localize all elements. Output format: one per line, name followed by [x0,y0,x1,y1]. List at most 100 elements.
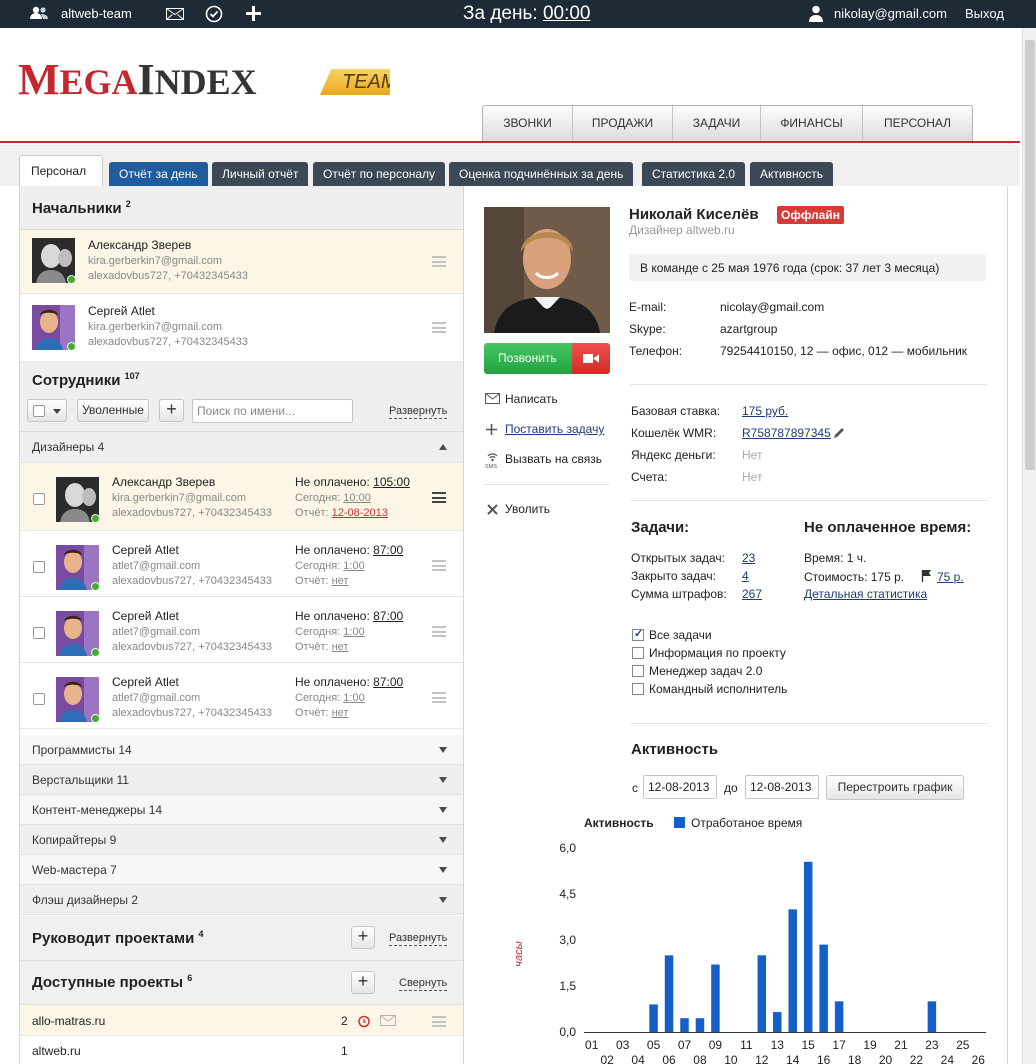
skype-value[interactable]: azartgroup [720,322,777,336]
team-icon[interactable] [29,6,49,20]
filter-checkbox[interactable] [632,683,644,695]
boss-name[interactable]: Сергей Atlet [88,304,155,318]
assign-task-link[interactable]: Поставить задачу [505,422,604,436]
project-name[interactable]: altweb.ru [32,1044,81,1058]
row-checkbox[interactable] [33,693,45,705]
pencil-icon[interactable] [833,426,846,439]
today-value[interactable]: 1:00 [343,692,364,704]
report-value[interactable]: 12-08-2013 [332,507,388,519]
fines-value[interactable]: 267 [742,587,762,601]
row-checkbox[interactable] [33,493,45,505]
wmr-value[interactable]: R758787897345 [742,426,831,440]
project-row[interactable]: allo-matras.ru 2 [20,1005,463,1036]
rebuild-chart-button[interactable]: Перестроить график [826,775,964,800]
team-name[interactable]: altweb-team [61,0,132,28]
filter-label[interactable]: Менеджер задач 2.0 [649,664,762,678]
boss-row[interactable]: Сергей Atlet kira.gerberkin7@gmail.com a… [20,294,463,362]
nav-personnel[interactable]: ПЕРСОНАЛ [863,106,972,141]
tab-subordinates-rating[interactable]: Оценка подчинённых за день [449,162,634,186]
staff-row[interactable]: Сергей Atlet atlet7@gmail.com alexadovbus7… [20,597,463,663]
staff-row[interactable]: Александр Зверев kira.gerberkin7@gmail.co… [20,463,463,531]
mail-icon[interactable] [166,8,184,20]
group-row[interactable]: Программисты 14 [20,735,463,765]
unpaid-value[interactable]: 87:00 [373,609,403,623]
email-value[interactable]: nicolay@gmail.com [720,300,824,314]
closed-tasks-value[interactable]: 4 [742,569,749,583]
report-value[interactable]: нет [332,575,349,587]
detailed-stats-link[interactable]: Детальная статистика [804,587,927,601]
group-row[interactable]: Флэш дизайнеры 2 [20,885,463,915]
drag-handle-icon[interactable] [432,626,446,637]
today-value[interactable]: 1:00 [343,626,364,638]
nav-tasks[interactable]: ЗАДАЧИ [673,106,761,141]
boss-row[interactable]: Александр Зверев kira.gerberkin7@gmail.c… [20,230,463,294]
fired-button[interactable]: Уволенные [77,399,149,422]
report-value[interactable]: нет [332,707,349,719]
logout-link[interactable]: Выход [965,0,1004,28]
video-call-button[interactable] [572,343,610,374]
drag-handle-icon[interactable] [432,692,446,703]
employee-name[interactable]: Александр Зверев [112,475,215,489]
user-email[interactable]: nikolay@gmail.com [834,0,947,28]
expand-icon[interactable] [439,867,447,873]
add-employee-button[interactable]: + [159,399,184,422]
plus-icon[interactable] [245,5,262,22]
clock-check-icon[interactable] [205,5,223,23]
group-row[interactable]: Web-мастера 7 [20,855,463,885]
add-project-button[interactable]: + [351,926,375,949]
date-from-input[interactable]: 12-08-2013 [643,775,717,799]
select-all-checkbox[interactable] [33,405,45,417]
nav-calls[interactable]: ЗВОНКИ [483,106,573,141]
expand-icon[interactable] [439,777,447,783]
filter-label[interactable]: Информация по проекту [649,646,786,660]
tab-personnel[interactable]: Персонал [19,155,103,186]
staff-row[interactable]: Сергей Atlet atlet7@gmail.com alexadovbus7… [20,663,463,729]
filter-checkbox[interactable] [632,665,644,677]
expand-manages-link[interactable]: Развернуть [389,932,448,946]
drag-handle-icon[interactable] [432,492,446,503]
row-checkbox[interactable] [33,627,45,639]
staff-row[interactable]: Сергей Atlet atlet7@gmail.com alexadovbus7… [20,531,463,597]
search-input[interactable]: Поиск по имени... [192,399,353,423]
filter-checkbox[interactable] [632,647,644,659]
drag-handle-icon[interactable] [432,256,446,267]
group-row[interactable]: Копирайтеры 9 [20,825,463,855]
tab-statistics[interactable]: Статистика 2.0 [642,162,746,186]
tab-personal-report[interactable]: Личный отчёт [212,162,309,186]
mail-icon[interactable] [380,1015,396,1026]
expand-icon[interactable] [439,897,447,903]
project-name[interactable]: allo-matras.ru [32,1014,105,1028]
employee-name[interactable]: Сергей Atlet [112,609,179,623]
drag-handle-icon[interactable] [432,1016,446,1027]
drag-handle-icon[interactable] [432,322,446,333]
row-checkbox[interactable] [33,561,45,573]
employee-name[interactable]: Сергей Atlet [112,543,179,557]
today-value[interactable]: 1:00 [343,560,364,572]
fire-employee-link[interactable]: Уволить [505,502,550,516]
tab-daily-report[interactable]: Отчёт за день [109,162,208,186]
call-button[interactable]: Позвонить [484,343,610,374]
expand-icon[interactable] [439,747,447,753]
scrollbar-thumb[interactable] [1025,40,1035,470]
unpaid-flag-value[interactable]: 75 р. [937,570,964,584]
collapse-icon[interactable] [439,444,447,450]
base-rate-value[interactable]: 175 руб. [742,404,788,418]
select-all-dropdown[interactable] [27,399,67,422]
logo[interactable]: MEGAINDEX TEAM [18,58,398,102]
unpaid-value[interactable]: 105:00 [373,475,410,489]
add-available-project-button[interactable]: + [351,971,375,994]
group-row[interactable]: Контент-менеджеры 14 [20,795,463,825]
report-value[interactable]: нет [332,641,349,653]
page-scrollbar[interactable] [1022,28,1036,1064]
group-row[interactable]: Верстальщики 11 [20,765,463,795]
project-row[interactable]: altweb.ru 1 [20,1036,463,1064]
open-tasks-value[interactable]: 23 [742,551,755,565]
write-message-link[interactable]: Написать [505,392,558,406]
employee-name[interactable]: Сергей Atlet [112,675,179,689]
expand-icon[interactable] [439,837,447,843]
nav-finance[interactable]: ФИНАНСЫ [761,106,863,141]
tab-staff-report[interactable]: Отчёт по персоналу [313,162,446,186]
tab-activity[interactable]: Активность [750,162,834,186]
filter-label[interactable]: Командный исполнитель [649,682,787,696]
filter-label[interactable]: Все задачи [649,628,712,642]
